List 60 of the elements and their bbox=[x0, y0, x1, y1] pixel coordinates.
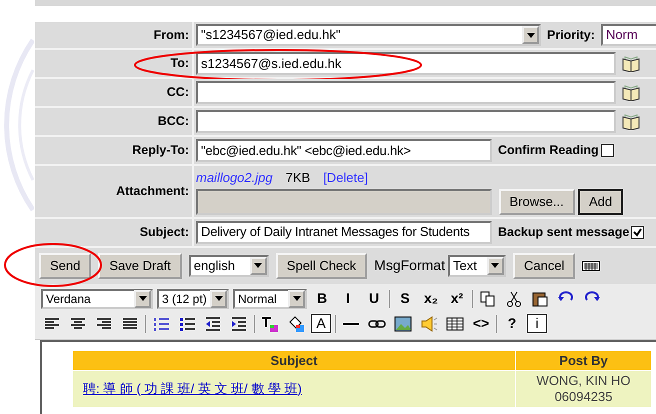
field-label: Reply-To: bbox=[131, 142, 190, 160]
toolbar-button[interactable]: U bbox=[363, 288, 385, 308]
delete-link[interactable]: [Delete] bbox=[323, 168, 368, 188]
toolbar-select[interactable]: 3 (12 pt) bbox=[157, 288, 229, 308]
toolbar-button[interactable]: A bbox=[311, 314, 331, 333]
caret-icon bbox=[138, 296, 146, 301]
field-label: From: bbox=[152, 26, 190, 44]
field-label: To: bbox=[169, 55, 190, 72]
toolbar-select[interactable]: Verdana bbox=[41, 288, 153, 308]
field-label: Attachment: bbox=[115, 182, 190, 200]
field-label: Subject: bbox=[138, 224, 190, 241]
address-book-icon[interactable] bbox=[622, 114, 640, 130]
caret-icon bbox=[254, 263, 262, 268]
column-header: Post By bbox=[516, 350, 651, 370]
toolbar-button[interactable]: B bbox=[311, 288, 333, 308]
format-label: MsgFormat bbox=[374, 256, 445, 275]
image-icon[interactable] bbox=[392, 314, 414, 334]
poster-id: 06094235 bbox=[554, 388, 614, 404]
dropdown-select[interactable]: Text bbox=[448, 254, 506, 276]
action-button[interactable]: Cancel bbox=[512, 252, 576, 278]
field-label: CC: bbox=[166, 84, 190, 102]
input-field[interactable] bbox=[196, 110, 616, 133]
action-button[interactable]: Save Draft bbox=[98, 252, 182, 278]
from-select[interactable]: "s1234567@ied.edu.hk" bbox=[196, 24, 541, 46]
toolbar-button[interactable]: x₂ bbox=[420, 288, 442, 308]
checkbox-label: Confirm Reading bbox=[498, 142, 599, 160]
input-field[interactable]: s1234567@s.ied.edu.hk bbox=[196, 52, 616, 75]
toolbar-select[interactable]: Normal bbox=[233, 288, 307, 308]
input-field[interactable]: Delivery of Daily Intranet Messages for Students bbox=[196, 220, 492, 244]
priority-select[interactable]: Norm bbox=[600, 24, 656, 46]
action-button[interactable]: Spell Check bbox=[276, 252, 368, 278]
add-button[interactable]: Add bbox=[578, 188, 624, 214]
action-button[interactable]: Send bbox=[39, 252, 92, 278]
attachment-link[interactable]: maillogo2.jpg bbox=[196, 168, 273, 188]
poster-name: WONG, KIN HO bbox=[536, 372, 632, 388]
file-path-field[interactable] bbox=[196, 188, 492, 214]
toolbar-button[interactable]: <> bbox=[470, 314, 492, 334]
caret-icon bbox=[214, 296, 222, 301]
checkbox[interactable] bbox=[631, 226, 644, 238]
caret-icon bbox=[491, 263, 500, 268]
caret-icon bbox=[292, 296, 300, 301]
toolbar-button[interactable]: x² bbox=[446, 288, 468, 308]
toolbar-button[interactable]: I bbox=[337, 288, 359, 308]
checkbox-label: Backup sent message bbox=[498, 224, 630, 241]
column-header: Subject bbox=[73, 350, 515, 370]
priority-label: Priority: bbox=[547, 26, 595, 44]
keyboard-icon[interactable] bbox=[582, 260, 600, 270]
checkbox[interactable] bbox=[600, 144, 614, 157]
address-book-icon[interactable] bbox=[622, 84, 640, 100]
toolbar-button[interactable]: ? bbox=[501, 314, 523, 334]
dropdown-select[interactable]: english bbox=[188, 254, 269, 276]
input-field[interactable]: "ebc@ied.edu.hk" <ebc@ied.edu.hk> bbox=[196, 139, 492, 162]
address-book-icon[interactable] bbox=[622, 56, 640, 72]
file-size: 7KB bbox=[286, 169, 310, 187]
caret-icon bbox=[526, 32, 534, 38]
toolbar-button[interactable]: i bbox=[527, 314, 547, 333]
browse-button[interactable]: Browse... bbox=[498, 188, 575, 214]
input-field[interactable] bbox=[196, 81, 616, 104]
field-label: BCC: bbox=[156, 113, 190, 130]
toolbar-button[interactable]: S bbox=[394, 288, 416, 308]
